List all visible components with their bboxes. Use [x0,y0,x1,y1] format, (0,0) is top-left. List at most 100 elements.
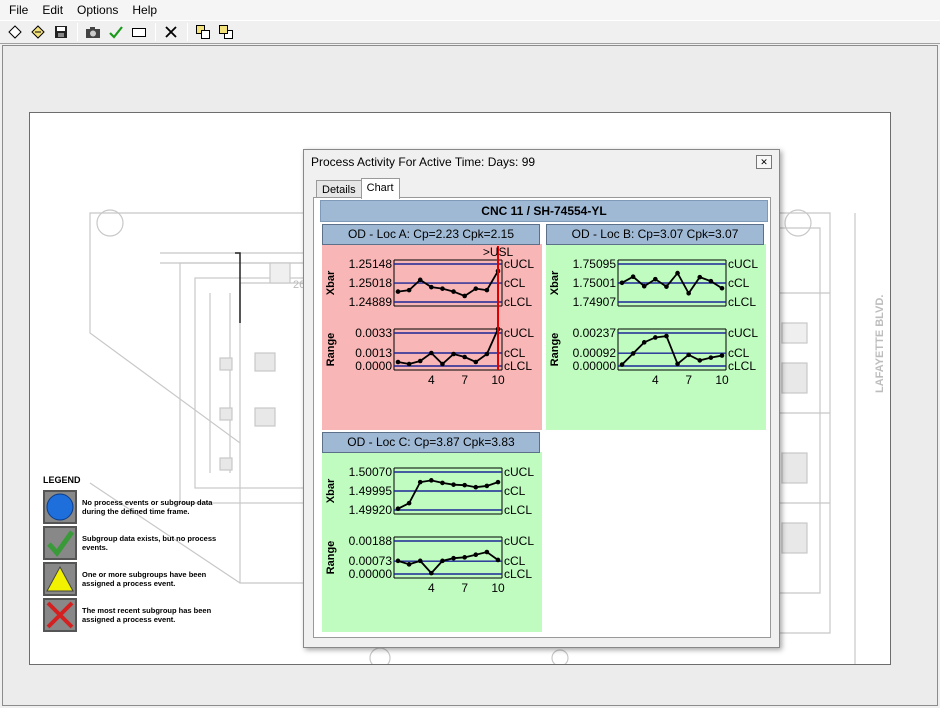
new-icon[interactable] [4,22,26,42]
menu-file[interactable]: File [2,0,35,20]
x-tick-label: 4 [428,581,435,595]
xbar-axis-label: Xbar [549,270,561,295]
range-tick-label: 0.00000 [573,359,617,373]
range-data-point [664,333,669,339]
chart-pane-title: OD - Loc C: Cp=3.87 Cpk=3.83 [322,432,540,453]
xbar-data-point [719,285,725,291]
range-data-point [686,352,691,358]
menu-help[interactable]: Help [125,0,164,20]
legend-item: The most recent subgroup has been assign… [43,597,283,633]
range-data-point [719,353,725,358]
xbar-data-point [619,280,625,286]
legend-item-text: One or more subgroups have been assigned… [82,570,207,588]
xbar-limit-label: cUCL [504,465,534,479]
dialog-title: Process Activity For Active Time: Days: … [311,155,536,169]
range-data-point [473,359,479,365]
range-data-point [417,358,423,364]
range-tick-label: 0.00237 [573,326,617,340]
xbar-data-point [653,276,658,282]
range-data-point [495,557,501,563]
delete-icon[interactable] [160,22,182,42]
xbar-data-point [417,479,423,485]
chart-area: CNC 11 / SH-74554-YL 1.25148 cUCL 1.25018 c… [318,200,768,635]
process-activity-dialog: Process Activity For Active Time: Days: … [303,149,780,648]
xbar-tick-label: 1.75095 [573,257,617,271]
check-icon[interactable] [105,22,127,42]
range-data-point [451,351,456,357]
range-data-point [708,355,714,360]
xbar-axis-label: Xbar [325,270,337,295]
menu-bar: File Edit Options Help [0,0,940,20]
xbar-data-point [484,287,490,293]
xbar-tick-label: 1.24889 [349,295,393,309]
toolbar-separator [187,23,188,41]
range-data-point [630,351,636,356]
range-data-point [697,358,703,363]
xbar-tick-label: 1.25018 [349,276,393,290]
red-x-icon [43,598,77,632]
chart-svg: 1.25148 cUCL 1.25018 cCL 1.24889 cLCL Xbar 0.00… [322,244,542,430]
chart-pane-title: OD - Loc A: Cp=2.23 Cpk=2.15 [322,224,540,245]
xbar-limit-label: cCL [504,276,526,290]
xbar-data-point [462,293,467,299]
rectangle-icon[interactable] [128,22,150,42]
bring-front-icon[interactable] [192,22,214,42]
xbar-limit-label: cLCL [728,295,756,309]
chart-svg: 1.75095 cUCL 1.75001 cCL 1.74907 cLCL Xbar 0.00… [546,244,766,430]
save-icon[interactable] [50,22,72,42]
chart-pane-title: OD - Loc B: Cp=3.07 Cpk=3.07 [546,224,764,245]
range-limit-label: cUCL [728,326,758,340]
tab-chart[interactable]: Chart [360,178,400,199]
range-data-point [653,335,658,340]
xbar-data-point [429,284,434,290]
send-back-icon[interactable] [215,22,237,42]
menu-edit[interactable]: Edit [35,0,70,20]
range-data-point [406,562,412,567]
chart-pane-loc-b[interactable]: 1.75095 cUCL 1.75001 cCL 1.74907 cLCL Xbar 0.00… [544,224,766,430]
range-axis-label: Range [325,333,337,367]
legend-item-text: No process events or subgroup data durin… [82,498,213,516]
xbar-data-point [440,480,445,486]
legend-item: No process events or subgroup data durin… [43,489,283,525]
toolbar-separator [77,23,78,41]
xbar-data-point [495,479,501,485]
legend-title: LEGEND [43,475,81,485]
range-tick-label: 0.00188 [349,534,393,548]
range-limit-label: cLCL [504,359,532,373]
range-limit-label: cLCL [504,567,532,581]
yellow-triangle-icon [43,562,77,596]
green-check-icon [43,526,77,560]
range-data-point [406,361,412,367]
dialog-titlebar[interactable]: Process Activity For Active Time: Days: … [304,150,779,174]
range-limit-label: cCL [504,346,526,360]
legend-item: One or more subgroups have been assigned… [43,561,283,597]
close-icon[interactable]: ✕ [756,155,772,169]
legend-item: Subgroup data exists, but no process eve… [43,525,283,561]
range-limit-label: cLCL [728,359,756,373]
toolbar-separator [155,23,156,41]
x-tick-label: 10 [491,581,505,595]
chart-pane-loc-a[interactable]: 1.25148 cUCL 1.25018 cCL 1.24889 cLCL Xbar 0.00… [320,224,542,430]
xbar-data-point [630,274,636,280]
xbar-tick-label: 1.50070 [349,465,393,479]
camera-icon[interactable] [82,22,104,42]
xbar-data-point [686,291,691,296]
xbar-data-point [708,278,714,284]
range-axis-label: Range [325,541,337,575]
legend-item-text: Subgroup data exists, but no process eve… [82,534,217,552]
toolbar [0,20,940,44]
xbar-data-point [451,482,456,487]
range-data-point [462,354,467,360]
xbar-tick-label: 1.75001 [573,276,617,290]
xbar-data-point [484,483,490,489]
chart-svg: 1.50070 cUCL 1.49995 cCL 1.49920 cLCL Xbar 0.00… [322,452,542,632]
range-data-point [641,340,647,345]
menu-options[interactable]: Options [70,0,125,20]
x-tick-label: 4 [652,373,659,387]
range-data-point [429,350,434,356]
xbar-data-point [406,287,412,293]
chart-pane-loc-c[interactable]: 1.50070 cUCL 1.49995 cCL 1.49920 cLCL Xbar 0.00… [320,432,542,632]
xbar-data-point [440,286,445,291]
open-icon[interactable] [27,22,49,42]
legend-item-text: The most recent subgroup has been assign… [82,606,212,624]
